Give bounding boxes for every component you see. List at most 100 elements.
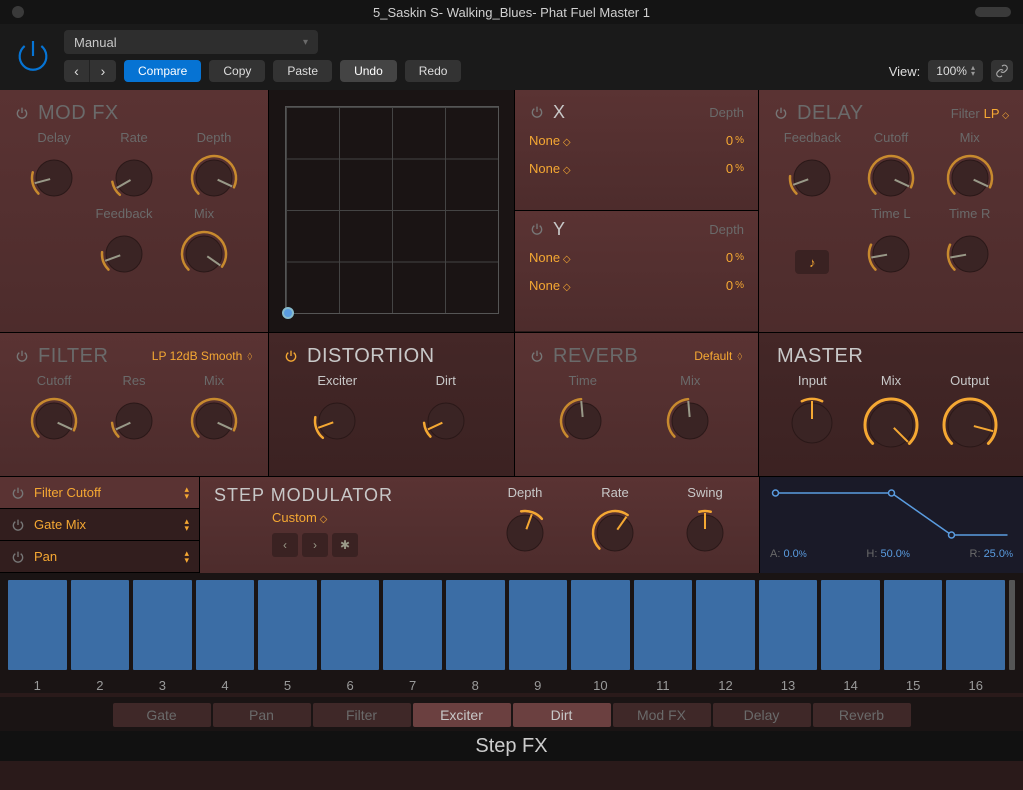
step-bar[interactable] bbox=[8, 580, 67, 670]
stepper-arrows-icon[interactable] bbox=[184, 486, 189, 500]
step-bar[interactable] bbox=[946, 580, 1005, 670]
feedback-knob[interactable] bbox=[786, 152, 838, 204]
window-pill bbox=[975, 7, 1011, 17]
tab-exciter[interactable]: Exciter bbox=[413, 703, 511, 727]
knob-label: Mix bbox=[881, 373, 901, 391]
tab-gate[interactable]: Gate bbox=[113, 703, 211, 727]
cutoff-knob[interactable] bbox=[28, 395, 80, 447]
link-button[interactable] bbox=[991, 60, 1013, 82]
redo-button[interactable]: Redo bbox=[405, 60, 462, 82]
xy-param-dropdown[interactable]: None bbox=[529, 133, 571, 148]
xy-depth-value[interactable]: 0 bbox=[726, 161, 733, 176]
bypass-button[interactable] bbox=[10, 33, 56, 79]
mix-knob[interactable] bbox=[188, 395, 240, 447]
mod-target-power[interactable] bbox=[10, 549, 26, 565]
time-r-knob-box: Time R bbox=[930, 206, 1009, 280]
tab-reverb[interactable]: Reverb bbox=[813, 703, 911, 727]
step-bar[interactable] bbox=[759, 580, 818, 670]
xy-depth-value[interactable]: 0 bbox=[726, 250, 733, 265]
step-bar[interactable] bbox=[258, 580, 317, 670]
rate-knob[interactable] bbox=[589, 507, 641, 559]
tempo-sync-button[interactable]: ♪ bbox=[795, 250, 829, 274]
filter-power-button[interactable] bbox=[14, 348, 30, 364]
mix-knob[interactable] bbox=[178, 228, 230, 280]
time-knob[interactable] bbox=[557, 395, 609, 447]
master-section: MASTER Input Mix Output bbox=[759, 333, 1023, 476]
compare-button[interactable]: Compare bbox=[124, 60, 201, 82]
output-knob[interactable] bbox=[940, 395, 1000, 455]
step-bar[interactable] bbox=[821, 580, 880, 670]
xy-depth-value[interactable]: 0 bbox=[726, 278, 733, 293]
paste-button[interactable]: Paste bbox=[273, 60, 332, 82]
res-knob[interactable] bbox=[108, 395, 160, 447]
tab-delay[interactable]: Delay bbox=[713, 703, 811, 727]
reverb-power-button[interactable] bbox=[529, 348, 545, 364]
rate-knob[interactable] bbox=[108, 152, 160, 204]
xy-depth-value[interactable]: 0 bbox=[726, 133, 733, 148]
tab-mod-fx[interactable]: Mod FX bbox=[613, 703, 711, 727]
step-bar[interactable] bbox=[321, 580, 380, 670]
xy-param-dropdown[interactable]: None bbox=[529, 161, 571, 176]
delay-knob[interactable] bbox=[28, 152, 80, 204]
next-preset-button[interactable]: › bbox=[90, 60, 116, 82]
dirt-knob[interactable] bbox=[420, 395, 472, 447]
mod-target-item[interactable]: Pan bbox=[0, 541, 199, 573]
step-bar[interactable] bbox=[884, 580, 943, 670]
swing-knob[interactable] bbox=[679, 507, 731, 559]
step-loop-handle[interactable] bbox=[1009, 580, 1015, 670]
prev-preset-button[interactable]: ‹ bbox=[64, 60, 90, 82]
x-power-button[interactable] bbox=[529, 104, 545, 120]
mod-target-item[interactable]: Filter Cutoff bbox=[0, 477, 199, 509]
stepmod-next-button[interactable]: › bbox=[302, 533, 328, 557]
tab-pan[interactable]: Pan bbox=[213, 703, 311, 727]
step-bar[interactable] bbox=[509, 580, 568, 670]
input-knob[interactable] bbox=[784, 395, 840, 451]
exciter-knob[interactable] bbox=[311, 395, 363, 447]
time-r-knob[interactable] bbox=[944, 228, 996, 280]
reverb-preset-dropdown[interactable]: Default bbox=[694, 349, 744, 363]
step-bar[interactable] bbox=[133, 580, 192, 670]
step-bar[interactable] bbox=[634, 580, 693, 670]
mod-target-power[interactable] bbox=[10, 517, 26, 533]
undo-button[interactable]: Undo bbox=[340, 60, 397, 82]
zoom-dropdown[interactable]: 100% ▴▾ bbox=[928, 60, 983, 82]
stepper-arrows-icon[interactable] bbox=[184, 550, 189, 564]
depth-knob[interactable] bbox=[499, 507, 551, 559]
step-bar[interactable] bbox=[383, 580, 442, 670]
stepmod-preset-dropdown[interactable]: Custom bbox=[272, 510, 393, 525]
preset-dropdown[interactable]: Manual bbox=[64, 30, 318, 54]
traffic-light-close[interactable] bbox=[12, 6, 24, 18]
mix-knob[interactable] bbox=[664, 395, 716, 447]
distortion-power-button[interactable] bbox=[283, 348, 299, 364]
step-bar[interactable] bbox=[571, 580, 630, 670]
mix-knob[interactable] bbox=[944, 152, 996, 204]
tab-filter[interactable]: Filter bbox=[313, 703, 411, 727]
y-power-button[interactable] bbox=[529, 221, 545, 237]
xy-pad[interactable] bbox=[285, 106, 499, 314]
stepmod-settings-button[interactable]: ✱ bbox=[332, 533, 358, 557]
filter-mode-dropdown[interactable]: LP 12dB Smooth bbox=[152, 349, 254, 363]
mod-target-item[interactable]: Gate Mix bbox=[0, 509, 199, 541]
copy-button[interactable]: Copy bbox=[209, 60, 265, 82]
xy-param-dropdown[interactable]: None bbox=[529, 250, 571, 265]
step-bar[interactable] bbox=[696, 580, 755, 670]
modfx-power-button[interactable] bbox=[14, 105, 30, 121]
stepmod-prev-button[interactable]: ‹ bbox=[272, 533, 298, 557]
envelope-graph[interactable] bbox=[768, 485, 1015, 543]
time-l-knob[interactable] bbox=[865, 228, 917, 280]
delay-power-button[interactable] bbox=[773, 105, 789, 121]
step-bar[interactable] bbox=[196, 580, 255, 670]
delay-filter-dropdown[interactable]: LP bbox=[984, 106, 1009, 121]
depth-knob[interactable] bbox=[188, 152, 240, 204]
feedback-knob[interactable] bbox=[98, 228, 150, 280]
mod-target-power[interactable] bbox=[10, 485, 26, 501]
step-bar[interactable] bbox=[71, 580, 130, 670]
xy-handle[interactable] bbox=[282, 307, 294, 319]
tab-dirt[interactable]: Dirt bbox=[513, 703, 611, 727]
cutoff-knob[interactable] bbox=[865, 152, 917, 204]
xy-param-dropdown[interactable]: None bbox=[529, 278, 571, 293]
stepper-arrows-icon[interactable] bbox=[184, 518, 189, 532]
mix-knob[interactable] bbox=[861, 395, 921, 455]
power-icon bbox=[773, 105, 789, 121]
step-bar[interactable] bbox=[446, 580, 505, 670]
